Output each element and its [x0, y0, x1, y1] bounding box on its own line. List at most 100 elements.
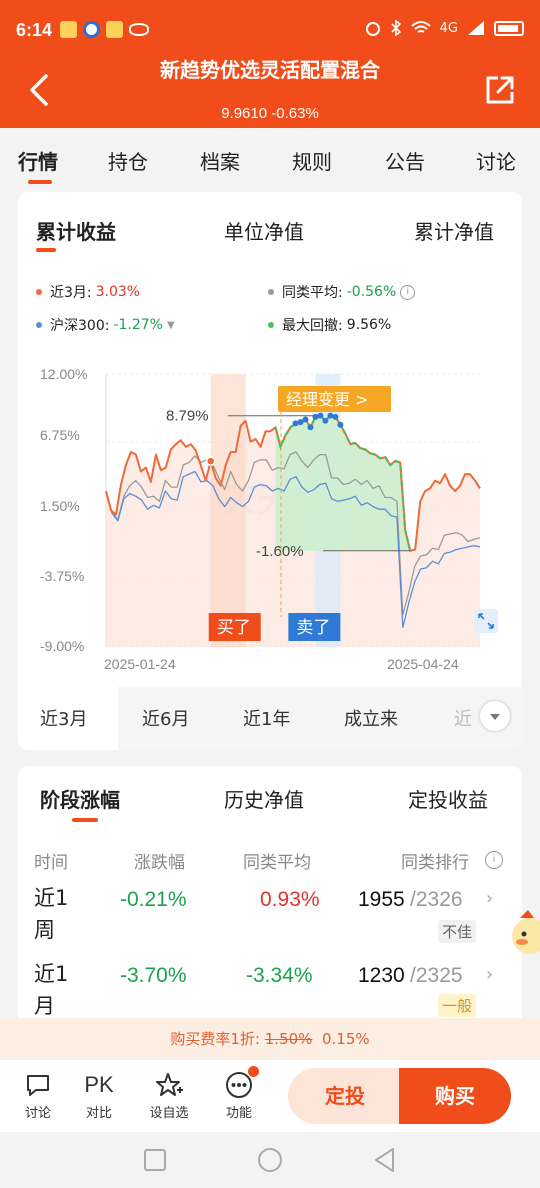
tab-market[interactable]: 行情 — [18, 146, 58, 175]
browser-notification-icon — [83, 21, 100, 38]
period-3m[interactable]: 近3月 — [40, 705, 87, 731]
row-period: 近1周 — [34, 886, 69, 942]
home-icon[interactable] — [256, 1146, 284, 1174]
period-selector: 近3月 近6月 近1年 成立来 近 — [18, 687, 522, 750]
star-plus-icon — [156, 1073, 183, 1096]
rank-badge: 一般 — [438, 994, 477, 1017]
row-rank-total: /2326 — [410, 888, 463, 911]
x-start-label: 2025-01-24 — [104, 656, 176, 672]
info-icon[interactable]: i — [400, 284, 416, 300]
tab-holdings[interactable]: 持仓 — [108, 146, 148, 175]
trade-dot — [332, 413, 339, 420]
share-icon[interactable] — [484, 74, 516, 106]
expand-periods-button[interactable] — [480, 701, 510, 731]
app-notification-icon — [60, 21, 77, 38]
signal-icon — [468, 21, 484, 35]
period-6m[interactable]: 近6月 — [142, 705, 189, 731]
header-bar: 6:14 4G 新趋势优选灵活配置混合 9.9610 -0.63% — [0, 0, 540, 128]
compare-button[interactable]: PK 对比 — [74, 1070, 124, 1121]
legend-value: -1.27% — [113, 317, 163, 333]
info-icon[interactable]: i — [485, 851, 503, 869]
tab-unit-nav[interactable]: 单位净值 — [224, 216, 304, 245]
period-since-inception[interactable]: 成立来 — [344, 705, 398, 731]
perf-tab-indicator — [72, 818, 98, 822]
trade-dot — [337, 421, 344, 428]
watchlist-button[interactable]: 设自选 — [144, 1070, 194, 1121]
wifi-icon — [410, 21, 431, 33]
x-end-label: 2025-04-24 — [387, 656, 459, 672]
row-period: 近1月 — [34, 962, 69, 1018]
notification-dot — [248, 1066, 259, 1077]
rank-badge: 不佳 — [438, 920, 477, 943]
system-nav-bar — [0, 1132, 540, 1188]
legend-value: 9.56% — [346, 317, 392, 333]
back-icon[interactable] — [372, 1146, 396, 1174]
trade-dot — [302, 416, 309, 423]
row-change: -3.70% — [120, 964, 187, 987]
recents-icon[interactable] — [143, 1148, 167, 1172]
alarm-icon — [365, 22, 380, 36]
discuss-button[interactable]: 讨论 — [13, 1070, 63, 1121]
legend-peer[interactable]: 同类平均: -0.56% i — [268, 282, 416, 302]
status-time: 6:14 — [16, 20, 53, 40]
system-icons: 4G — [365, 20, 524, 36]
back-arrow-icon[interactable] — [26, 72, 56, 108]
manager-change-label: 经理变更 > — [286, 390, 369, 409]
buy-dot — [205, 456, 216, 466]
chart-card: 累计收益 单位净值 累计净值 近3月: 3.03% 同类平均: -0.56% i 沪… — [18, 192, 522, 750]
period-1y[interactable]: 近1年 — [243, 705, 290, 731]
buy-button[interactable]: 购买 — [399, 1068, 511, 1124]
main-tabs: 行情 持仓 档案 规则 公告 讨论 — [0, 128, 540, 190]
status-bar: 6:14 4G — [0, 0, 540, 56]
bluetooth-icon — [391, 20, 401, 36]
eye-icon — [129, 23, 149, 36]
period-more[interactable]: 近 — [454, 705, 472, 731]
col-change: 涨跌幅 — [134, 853, 185, 873]
legend-label: 沪深300: — [50, 318, 110, 334]
sip-button[interactable]: 定投 — [288, 1068, 402, 1124]
buy-band — [210, 374, 246, 647]
tab-cumulative-return[interactable]: 累计收益 — [36, 216, 116, 245]
tab-cumulative-nav[interactable]: 累计净值 — [414, 216, 494, 245]
col-time: 时间 — [34, 853, 68, 873]
compare-label: 对比 — [85, 1106, 112, 1121]
fee-banner: 购买费率1折: 1.50% 0.15% — [0, 1018, 540, 1060]
function-button[interactable]: 功能 — [214, 1066, 264, 1121]
legend-dot — [36, 289, 42, 295]
sell-tag-label: 卖了 — [296, 618, 330, 638]
fee-label: 购买费率1折: — [170, 1030, 260, 1048]
tab-sip-return[interactable]: 定投收益 — [408, 784, 488, 813]
tab-profile[interactable]: 档案 — [200, 146, 240, 175]
app-notification-icon — [106, 21, 123, 38]
legend-index[interactable]: 沪深300: -1.27% ▼ — [36, 315, 175, 335]
buy-tag-label: 买了 — [217, 618, 251, 638]
return-chart[interactable]: 天天基金 8.79%-1.60%经理变更 >买了卖了 — [18, 362, 522, 662]
min-label: -1.60% — [256, 543, 304, 560]
col-peer-avg: 同类平均 — [243, 853, 311, 873]
mascot-icon[interactable] — [506, 908, 540, 958]
trade-dot — [307, 424, 314, 431]
notification-icons — [60, 21, 149, 38]
fund-title: 新趋势优选灵活配置混合 — [160, 58, 380, 82]
fee-discounted: 0.15% — [321, 1030, 370, 1048]
watchlist-label: 设自选 — [149, 1106, 189, 1121]
tab-history-nav[interactable]: 历史净值 — [224, 784, 304, 813]
tab-stage-return[interactable]: 阶段涨幅 — [40, 784, 120, 813]
tab-announcements[interactable]: 公告 — [385, 146, 425, 175]
legend-label: 最大回撤: — [282, 318, 343, 334]
bottom-action-bar: 讨论 PK 对比 设自选 功能 定投 购买 — [0, 1060, 540, 1132]
row-peer-avg: 0.93% — [260, 888, 320, 911]
legend-dot — [36, 322, 42, 328]
fullscreen-icon[interactable] — [474, 609, 498, 633]
pk-icon: PK — [84, 1072, 114, 1097]
row-rank-total: /2325 — [410, 964, 463, 987]
row-change: -0.21% — [120, 888, 187, 911]
legend-value: 3.03% — [95, 284, 141, 300]
legend-fund: 近3月: 3.03% — [36, 282, 140, 302]
network-type: 4G — [439, 20, 458, 36]
tab-rules[interactable]: 规则 — [292, 146, 332, 175]
trade-dot — [322, 417, 329, 424]
max-label: 8.79% — [166, 408, 209, 425]
tab-discussion[interactable]: 讨论 — [476, 146, 516, 175]
tab-active-indicator — [28, 180, 52, 184]
